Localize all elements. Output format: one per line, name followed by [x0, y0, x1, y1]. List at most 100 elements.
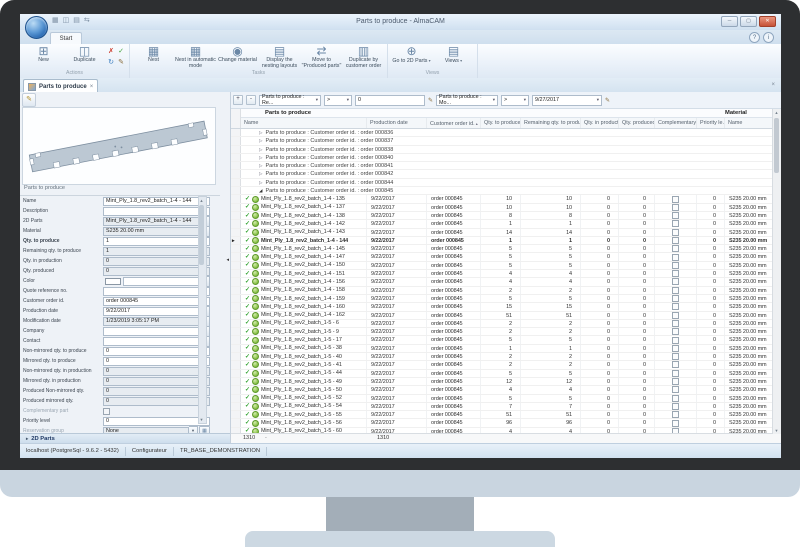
quick-access-icon[interactable]: ▤ [73, 16, 80, 24]
complementary-checkbox[interactable] [672, 337, 679, 344]
scroll-down-icon[interactable]: ▼ [773, 428, 780, 433]
column-header[interactable]: Qty. produced [619, 118, 655, 128]
field-input[interactable]: 0 [103, 347, 210, 356]
table-row[interactable]: Mint_Ply_1.8_rev2_batch_1-4 - 162 9/22/2… [231, 312, 781, 320]
column-header[interactable]: Name [241, 118, 367, 128]
complementary-checkbox[interactable] [672, 220, 679, 227]
table-row[interactable]: Mint_Ply_1.8_rev2_batch_1-5 - 6 9/22/201… [231, 320, 781, 328]
complementary-checkbox[interactable] [672, 229, 679, 236]
ribbon-button[interactable]: ▦ Nest in automatic mode [175, 45, 216, 69]
scrollbar-thumb[interactable] [199, 205, 204, 265]
window-control-button[interactable]: ─ [721, 16, 738, 27]
complementary-checkbox[interactable] [672, 361, 679, 368]
table-row[interactable]: Mint_Ply_1.8_rev2_batch_1-5 - 49 9/22/20… [231, 378, 781, 386]
table-row[interactable]: Mint_Ply_1.8_rev2_batch_1-5 - 50 9/22/20… [231, 386, 781, 394]
complementary-checkbox[interactable] [672, 287, 679, 294]
complementary-checkbox[interactable] [672, 403, 679, 410]
small-action-button[interactable]: ↻ [106, 58, 116, 69]
field-input[interactable]: 1 [103, 237, 210, 246]
app-menu-orb-icon[interactable] [25, 16, 48, 39]
group-row[interactable]: Parts to produce : Customer order id. : … [231, 187, 781, 195]
table-row[interactable]: Mint_Ply_1.8_rev2_batch_1-4 - 147 9/22/2… [231, 253, 781, 261]
table-row[interactable]: Mint_Ply_1.8_rev2_batch_1-5 - 40 9/22/20… [231, 353, 781, 361]
field-input[interactable]: 0 [103, 357, 210, 366]
column-header[interactable]: Qty. in production [581, 118, 619, 128]
filter-field-select[interactable]: Parts to produce : Re... [259, 95, 321, 106]
field-input[interactable]: 9/22/2017 [103, 307, 201, 316]
group-row[interactable]: Parts to produce : Customer order id. : … [231, 146, 781, 154]
table-row[interactable]: Mint_Ply_1.8_rev2_batch_1-5 - 55 9/22/20… [231, 411, 781, 419]
table-row[interactable]: Mint_Ply_1.8_rev2_batch_1-4 - 158 9/22/2… [231, 287, 781, 295]
quick-access-icon[interactable]: ◫ [63, 16, 70, 24]
field-input[interactable]: 1/23/2019 3:05:17 PM [103, 317, 201, 326]
column-header[interactable]: Remaining qty. to produce [521, 118, 581, 128]
field-input[interactable]: 0 [103, 367, 210, 376]
panel-scrollbar[interactable]: ▲ ▼ [198, 196, 207, 424]
group-row[interactable]: Parts to produce : Customer order id. : … [231, 170, 781, 178]
field-input[interactable]: Mint_Ply_1.8_rev2_batch_1-4 - 144 [103, 217, 201, 226]
table-row[interactable]: Mint_Ply_1.8_rev2_batch_1-5 - 41 9/22/20… [231, 361, 781, 369]
scroll-up-icon[interactable]: ▲ [773, 110, 780, 115]
info-icon[interactable]: i [763, 32, 774, 43]
complementary-checkbox[interactable] [672, 303, 679, 310]
field-input[interactable]: 0 [103, 377, 210, 386]
field-input[interactable]: 0 [103, 267, 210, 276]
scrollbar-thumb[interactable] [774, 118, 779, 173]
column-header[interactable]: Priority le... [697, 118, 725, 128]
table-row[interactable]: Mint_Ply_1.8_rev2_batch_1-5 - 38 9/22/20… [231, 345, 781, 353]
complementary-checkbox[interactable] [672, 320, 679, 327]
complementary-checkbox[interactable] [672, 245, 679, 252]
complementary-checkbox[interactable] [672, 328, 679, 335]
ribbon-button[interactable]: ⇄ Move to "Produced parts" [301, 45, 342, 69]
ribbon-button[interactable]: ⊕ Go to 2D Parts [391, 45, 432, 65]
table-row[interactable]: Mint_Ply_1.8_rev2_batch_1-5 - 54 9/22/20… [231, 403, 781, 411]
field-input[interactable]: 1 [103, 247, 210, 256]
field-input[interactable] [123, 277, 201, 286]
small-action-button[interactable]: ✗ [106, 47, 116, 58]
table-row[interactable]: Mint_Ply_1.8_rev2_batch_1-4 - 150 9/22/2… [231, 262, 781, 270]
field-input[interactable]: 0 [103, 387, 210, 396]
window-control-button[interactable]: ▢ [740, 16, 757, 27]
complementary-checkbox[interactable] [672, 278, 679, 285]
table-row[interactable]: Mint_Ply_1.8_rev2_batch_1-4 - 143 9/22/2… [231, 229, 781, 237]
filter-operator-select-2[interactable]: > [501, 95, 529, 106]
field-input[interactable]: Mint_Ply_1.8_rev2_batch_1-4 - 144 [103, 197, 210, 206]
field-input[interactable]: S235 20.00 mm [103, 227, 201, 236]
field-input[interactable] [103, 287, 210, 296]
field-input[interactable]: order 000845 [103, 297, 210, 306]
table-row[interactable]: Mint_Ply_1.8_rev2_batch_1-4 - 135 9/22/2… [231, 195, 781, 203]
table-row[interactable]: Mint_Ply_1.8_rev2_batch_1-4 - 144 9/22/2… [231, 237, 781, 245]
complementary-checkbox[interactable] [672, 370, 679, 377]
complementary-checkbox[interactable] [672, 270, 679, 277]
group-row[interactable]: Parts to produce : Customer order id. : … [231, 179, 781, 187]
table-row[interactable]: Mint_Ply_1.8_rev2_batch_1-4 - 160 9/22/2… [231, 303, 781, 311]
complementary-checkbox[interactable] [672, 353, 679, 360]
tabstrip-close-icon[interactable]: × [771, 82, 775, 88]
column-header[interactable]: Qty. to produce [481, 118, 521, 128]
edit-pencil-icon[interactable]: ✎ [22, 93, 36, 107]
column-header[interactable]: Customer order id. [427, 118, 481, 128]
ribbon-button[interactable]: ⊞ New [23, 45, 64, 64]
table-row[interactable]: Mint_Ply_1.8_rev2_batch_1-5 - 17 9/22/20… [231, 336, 781, 344]
group-row[interactable]: Parts to produce : Customer order id. : … [231, 129, 781, 137]
filter-edit-icon-2[interactable]: ✎ [605, 97, 610, 104]
complementary-checkbox[interactable] [672, 395, 679, 402]
scroll-down-icon[interactable]: ▼ [199, 417, 204, 422]
table-row[interactable]: Mint_Ply_1.8_rev2_batch_1-4 - 156 9/22/2… [231, 278, 781, 286]
small-action-button[interactable]: ✎ [116, 58, 126, 69]
table-row[interactable]: Mint_Ply_1.8_rev2_batch_1-5 - 44 9/22/20… [231, 370, 781, 378]
ribbon-button[interactable]: ▤ Views [433, 45, 474, 65]
complementary-checkbox[interactable] [672, 378, 679, 385]
filter-remove-button[interactable]: - [246, 95, 256, 105]
complementary-checkbox[interactable] [672, 312, 679, 319]
complementary-checkbox[interactable] [672, 204, 679, 211]
ribbon-button[interactable]: ▤ Display the nesting layouts [259, 45, 300, 69]
filter-add-button[interactable]: + [233, 95, 243, 105]
complementary-checkbox[interactable] [672, 420, 679, 427]
field-input[interactable]: 0 [103, 417, 210, 426]
tab-close-icon[interactable]: × [90, 84, 94, 90]
splitter-collapse-icon[interactable]: ◂ [226, 257, 229, 263]
table-row[interactable]: Mint_Ply_1.8_rev2_batch_1-4 - 137 9/22/2… [231, 204, 781, 212]
table-row[interactable]: Mint_Ply_1.8_rev2_batch_1-4 - 151 9/22/2… [231, 270, 781, 278]
table-row[interactable]: Mint_Ply_1.8_rev2_batch_1-5 - 52 9/22/20… [231, 395, 781, 403]
